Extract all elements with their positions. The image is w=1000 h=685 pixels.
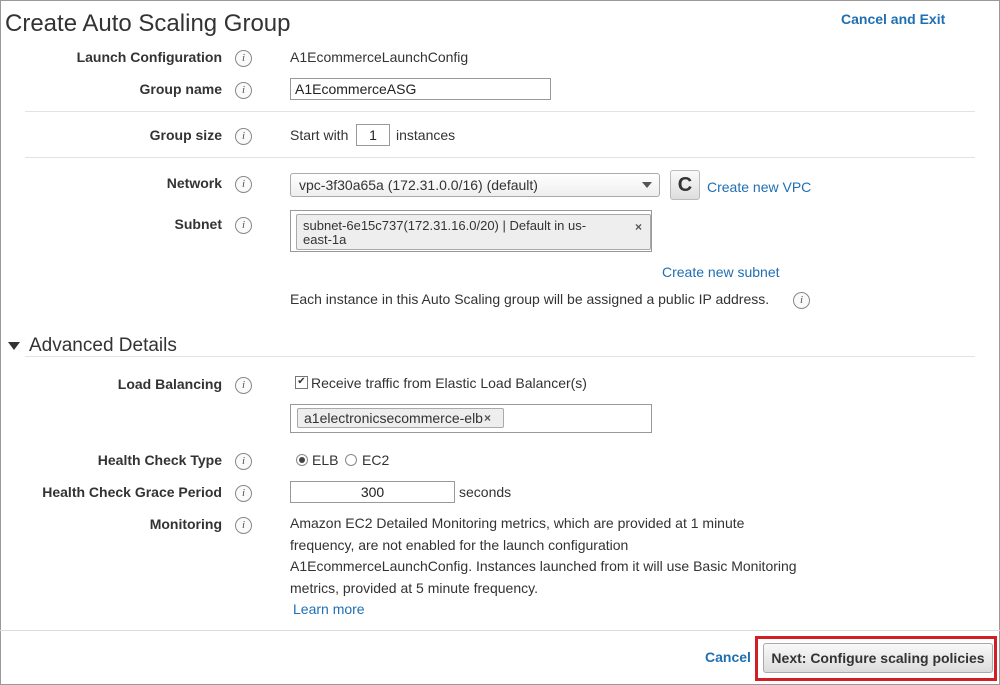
info-icon[interactable]: i — [235, 217, 252, 234]
advanced-details-title: Advanced Details — [29, 335, 177, 356]
grace-period-input[interactable] — [290, 481, 455, 503]
info-icon[interactable]: i — [235, 453, 252, 470]
radio-elb-label: ELB — [312, 452, 339, 468]
monitoring-description: Amazon EC2 Detailed Monitoring metrics, … — [290, 513, 830, 599]
create-new-vpc-link[interactable]: Create new VPC — [707, 179, 811, 195]
monitoring-line: A1EcommerceLaunchConfig. Instances launc… — [290, 558, 797, 574]
create-new-subnet-link[interactable]: Create new subnet — [662, 264, 780, 280]
group-name-input[interactable] — [290, 78, 551, 100]
grace-period-label: Health Check Grace Period — [42, 484, 222, 500]
monitoring-line: frequency, are not enabled for the launc… — [290, 536, 629, 553]
remove-subnet-icon[interactable]: × — [635, 220, 642, 234]
subnet-tag-line1: subnet-6e15c737(172.31.16.0/20) | Defaul… — [303, 218, 587, 233]
load-balancer-tag-label: a1electronicsecommerce-elb — [304, 410, 483, 426]
health-check-type-label: Health Check Type — [97, 452, 222, 468]
next-configure-scaling-policies-button[interactable]: Next: Configure scaling policies — [763, 643, 993, 673]
group-size-suffix: instances — [396, 127, 456, 143]
info-icon[interactable]: i — [793, 292, 810, 309]
info-icon[interactable]: i — [235, 377, 252, 394]
launch-configuration-value: A1EcommerceLaunchConfig — [290, 49, 469, 65]
advanced-details-toggle[interactable]: Advanced Details — [8, 335, 177, 357]
info-icon[interactable]: i — [235, 128, 252, 145]
radio-ec2[interactable] — [345, 454, 357, 466]
radio-elb[interactable] — [296, 454, 308, 466]
network-label: Network — [166, 175, 222, 191]
info-icon[interactable]: i — [235, 485, 252, 502]
subnet-label: Subnet — [174, 216, 222, 232]
elb-checkbox-label: Receive traffic from Elastic Load Balanc… — [311, 375, 587, 391]
info-icon[interactable]: i — [235, 50, 252, 67]
network-selected-value: vpc-3f30a65a (172.31.0.0/16) (default) — [299, 177, 538, 193]
divider — [25, 157, 975, 158]
radio-ec2-label: EC2 — [362, 452, 390, 468]
group-size-input[interactable] — [356, 124, 390, 146]
load-balancing-label: Load Balancing — [117, 376, 222, 392]
public-ip-note: Each instance in this Auto Scaling group… — [290, 291, 770, 307]
cancel-and-exit-link[interactable]: Cancel and Exit — [841, 11, 945, 27]
info-icon[interactable]: i — [235, 176, 252, 193]
info-icon[interactable]: i — [235, 517, 252, 534]
launch-configuration-label: Launch Configuration — [76, 49, 222, 65]
chevron-down-icon — [642, 182, 652, 188]
footer-divider — [0, 630, 1000, 631]
load-balancer-tag: a1electronicsecommerce-elb — [297, 408, 504, 428]
refresh-icon[interactable]: C — [670, 170, 700, 200]
caret-down-icon — [8, 341, 20, 350]
monitoring-line: metrics, provided at 5 minute frequency. — [290, 579, 538, 596]
learn-more-link[interactable]: Learn more — [293, 601, 365, 617]
elb-checkbox[interactable]: ✔ — [295, 376, 308, 389]
group-size-prefix: Start with — [290, 127, 349, 143]
page-title: Create Auto Scaling Group — [5, 10, 291, 37]
group-size-label: Group size — [149, 127, 222, 143]
subnet-tag: subnet-6e15c737(172.31.16.0/20) | Defaul… — [296, 214, 651, 250]
info-icon[interactable]: i — [235, 82, 252, 99]
network-select[interactable]: vpc-3f30a65a (172.31.0.0/16) (default) — [290, 173, 660, 197]
grace-period-suffix: seconds — [459, 484, 512, 500]
divider — [25, 111, 975, 112]
divider — [25, 356, 975, 357]
remove-load-balancer-icon[interactable]: × — [484, 411, 491, 425]
cancel-link[interactable]: Cancel — [705, 649, 751, 665]
monitoring-label: Monitoring — [149, 516, 222, 532]
subnet-tag-line2: east-1a — [303, 232, 347, 247]
monitoring-line: Amazon EC2 Detailed Monitoring metrics, … — [290, 515, 745, 531]
group-name-label: Group name — [139, 81, 222, 97]
